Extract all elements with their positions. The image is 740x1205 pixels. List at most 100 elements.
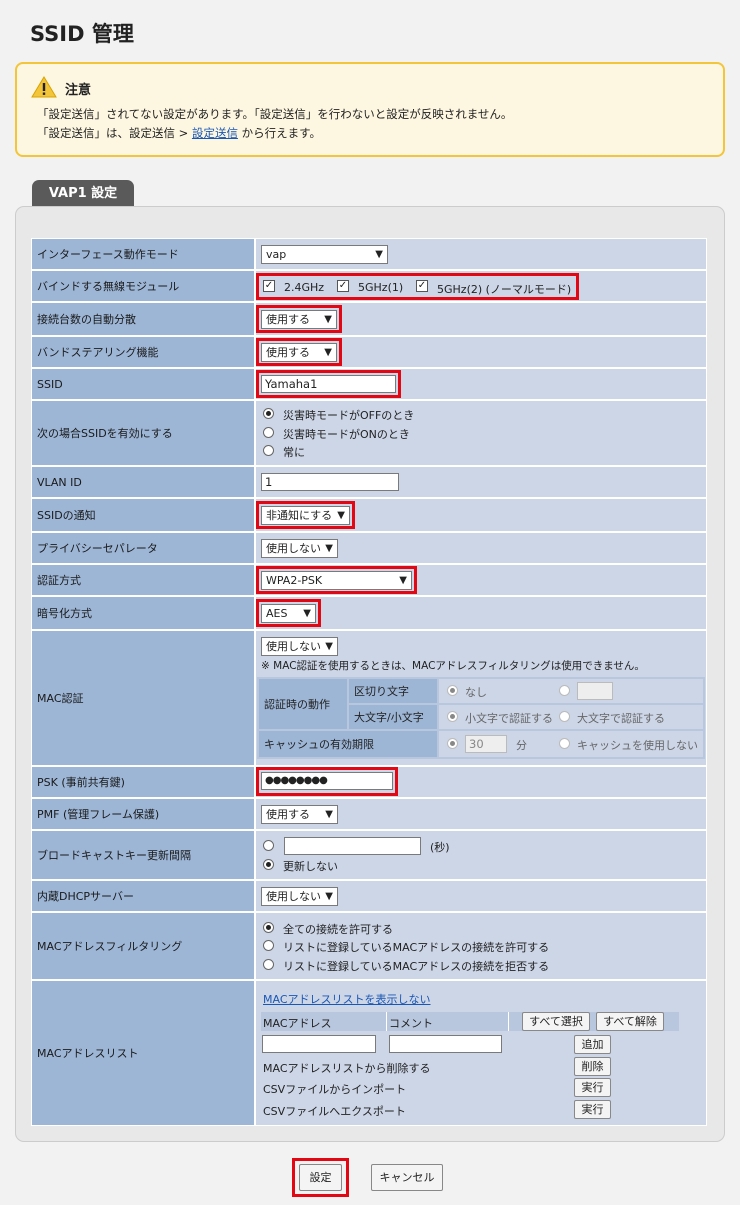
radio-disaster-on[interactable] [263, 427, 274, 438]
warning-hint: 「設定送信」は、設定送信 > 設定送信 から行えます。 [37, 125, 321, 141]
radio-cache-disabled[interactable] [559, 738, 570, 749]
radio-delimiter-custom[interactable] [559, 685, 570, 696]
send-settings-link[interactable]: 設定送信 [192, 126, 238, 140]
enable-ssid-cell: 災害時モードがOFFのとき 災害時モードがONのとき 常に [256, 401, 706, 465]
warning-icon [31, 76, 57, 98]
interface-mode-cell: vap ▼ [256, 239, 706, 269]
radio-disaster-off-label: 災害時モードがOFFのとき [283, 409, 415, 422]
radio-always-label: 常に [283, 446, 305, 459]
radio-cache-disabled-label: キャッシュを使用しない [577, 739, 698, 752]
submit-button[interactable]: 設定 [299, 1164, 342, 1191]
radio-allow-all[interactable] [263, 922, 274, 933]
mac-list-label: MACアドレスリスト [32, 981, 254, 1125]
chevron-down-icon: ▼ [324, 347, 332, 358]
chevron-down-icon: ▼ [375, 249, 383, 260]
vlan-id-label: VLAN ID [32, 467, 254, 497]
deselect-all-button[interactable]: すべて解除 [596, 1012, 664, 1031]
delimiter-input[interactable] [577, 682, 613, 700]
encryption-cell: AES ▼ [256, 597, 706, 629]
import-csv-label: CSVファイルからインポート [263, 1083, 407, 1096]
column-comment: コメント [389, 1017, 433, 1030]
chevron-down-icon: ▼ [325, 641, 333, 652]
ssid-input[interactable]: Yamaha1 [261, 375, 396, 393]
mac-auth-inner-table: 認証時の動作 区切り文字 なし 大文字/小文字 小文字で認証する 大文字で認証す… [257, 677, 705, 759]
radio-always[interactable] [263, 445, 274, 456]
privacy-separator-select[interactable]: 使用しない ▼ [261, 539, 338, 558]
privacy-separator-label: プライバシーセパレータ [32, 533, 254, 563]
radio-delimiter-none[interactable] [447, 685, 458, 696]
vlan-id-cell: 1 [256, 467, 706, 497]
radio-allow-listed[interactable] [263, 940, 274, 951]
warning-hint-post: から行えます。 [237, 126, 321, 140]
checkbox-5ghz1[interactable]: ✓ [337, 280, 349, 292]
vlan-id-input[interactable]: 1 [261, 473, 399, 491]
delete-from-list-label: MACアドレスリストから削除する [263, 1062, 431, 1075]
mac-auth-select[interactable]: 使用しない ▼ [261, 637, 338, 656]
radio-disaster-off[interactable] [263, 408, 274, 419]
radio-no-update[interactable] [263, 859, 274, 870]
chevron-down-icon: ▼ [325, 809, 333, 820]
warning-hint-pre: 「設定送信」は、設定送信 > [37, 126, 192, 140]
add-button[interactable]: 追加 [574, 1035, 611, 1054]
encryption-select[interactable]: AES ▼ [261, 604, 316, 623]
psk-input[interactable]: ●●●●●●●● [261, 772, 393, 790]
tab-vap1-settings[interactable]: VAP1 設定 [32, 180, 134, 208]
warning-title: 注意 [65, 83, 92, 98]
ssid-notify-cell: 非通知にする ▼ [256, 499, 706, 531]
chevron-down-icon: ▼ [337, 510, 345, 521]
dhcp-select[interactable]: 使用しない ▼ [261, 887, 338, 906]
chevron-down-icon: ▼ [324, 314, 332, 325]
radio-no-update-label: 更新しない [283, 860, 338, 873]
cache-label: キャッシュの有効期限 [259, 731, 437, 757]
auto-distribution-select[interactable]: 使用する ▼ [261, 310, 337, 329]
mac-filter-label: MACアドレスフィルタリング [32, 913, 254, 979]
mac-filter-cell: 全ての接続を許可する リストに登録しているMACアドレスの接続を許可する リスト… [256, 913, 706, 979]
chevron-down-icon: ▼ [325, 891, 333, 902]
checkbox-24ghz[interactable]: ✓ [263, 280, 275, 292]
broadcast-key-label: ブロードキャストキー更新間隔 [32, 831, 254, 879]
psk-cell: ●●●●●●●● [256, 767, 706, 797]
chevron-down-icon: ▼ [303, 608, 311, 619]
mac-address-input[interactable] [262, 1035, 376, 1053]
ssid-notify-select[interactable]: 非通知にする ▼ [261, 506, 350, 525]
auth-method-label: 認証方式 [32, 565, 254, 595]
checkbox-5ghz2[interactable]: ✓ [416, 280, 428, 292]
mac-auth-label: MAC認証 [32, 631, 254, 765]
comment-input[interactable] [389, 1035, 502, 1053]
encryption-label: 暗号化方式 [32, 597, 254, 629]
delete-button[interactable]: 削除 [574, 1057, 611, 1076]
cache-minutes-input[interactable]: 30 [465, 735, 507, 753]
auth-method-select[interactable]: WPA2-PSK ▼ [261, 571, 412, 590]
psk-label: PSK (事前共有鍵) [32, 767, 254, 797]
radio-cache-enabled[interactable] [447, 738, 458, 749]
ssid-notify-label: SSIDの通知 [32, 499, 254, 531]
pmf-select[interactable]: 使用する ▼ [261, 805, 338, 824]
pmf-label: PMF (管理フレーム保護) [32, 799, 254, 829]
ssid-cell: Yamaha1 [256, 369, 706, 399]
import-run-button[interactable]: 実行 [574, 1078, 611, 1097]
cancel-button[interactable]: キャンセル [371, 1164, 443, 1191]
export-csv-label: CSVファイルへエクスポート [263, 1105, 406, 1118]
checkbox-5ghz1-label: 5GHz(1) [358, 281, 404, 294]
radio-case-lower[interactable] [447, 711, 458, 722]
radio-deny-listed[interactable] [263, 959, 274, 970]
radio-case-upper[interactable] [559, 711, 570, 722]
mac-list-cell: MACアドレスリストを表示しない MACアドレス コメント すべて選択 すべて解… [256, 981, 706, 1125]
export-run-button[interactable]: 実行 [574, 1100, 611, 1119]
radio-broadcast-interval[interactable] [263, 840, 274, 851]
column-mac-address: MACアドレス [263, 1017, 332, 1030]
privacy-separator-cell: 使用しない ▼ [256, 533, 706, 563]
auth-behavior-label: 認証時の動作 [259, 679, 347, 729]
delimiter-cell: なし [439, 679, 703, 703]
band-steering-select[interactable]: 使用する ▼ [261, 343, 337, 362]
broadcast-key-cell: (秒) 更新しない [256, 831, 706, 879]
auth-method-cell: WPA2-PSK ▼ [256, 565, 706, 595]
interface-mode-select[interactable]: vap ▼ [261, 245, 388, 264]
hide-mac-list-link[interactable]: MACアドレスリストを表示しない [263, 991, 431, 1007]
dhcp-label: 内蔵DHCPサーバー [32, 881, 254, 911]
select-all-button[interactable]: すべて選択 [522, 1012, 590, 1031]
broadcast-interval-input[interactable] [284, 837, 421, 855]
radio-deny-listed-label: リストに登録しているMACアドレスの接続を拒否する [283, 960, 550, 973]
auto-distribution-cell: 使用する ▼ [256, 303, 706, 335]
band-steering-label: バンドステアリング機能 [32, 337, 254, 367]
